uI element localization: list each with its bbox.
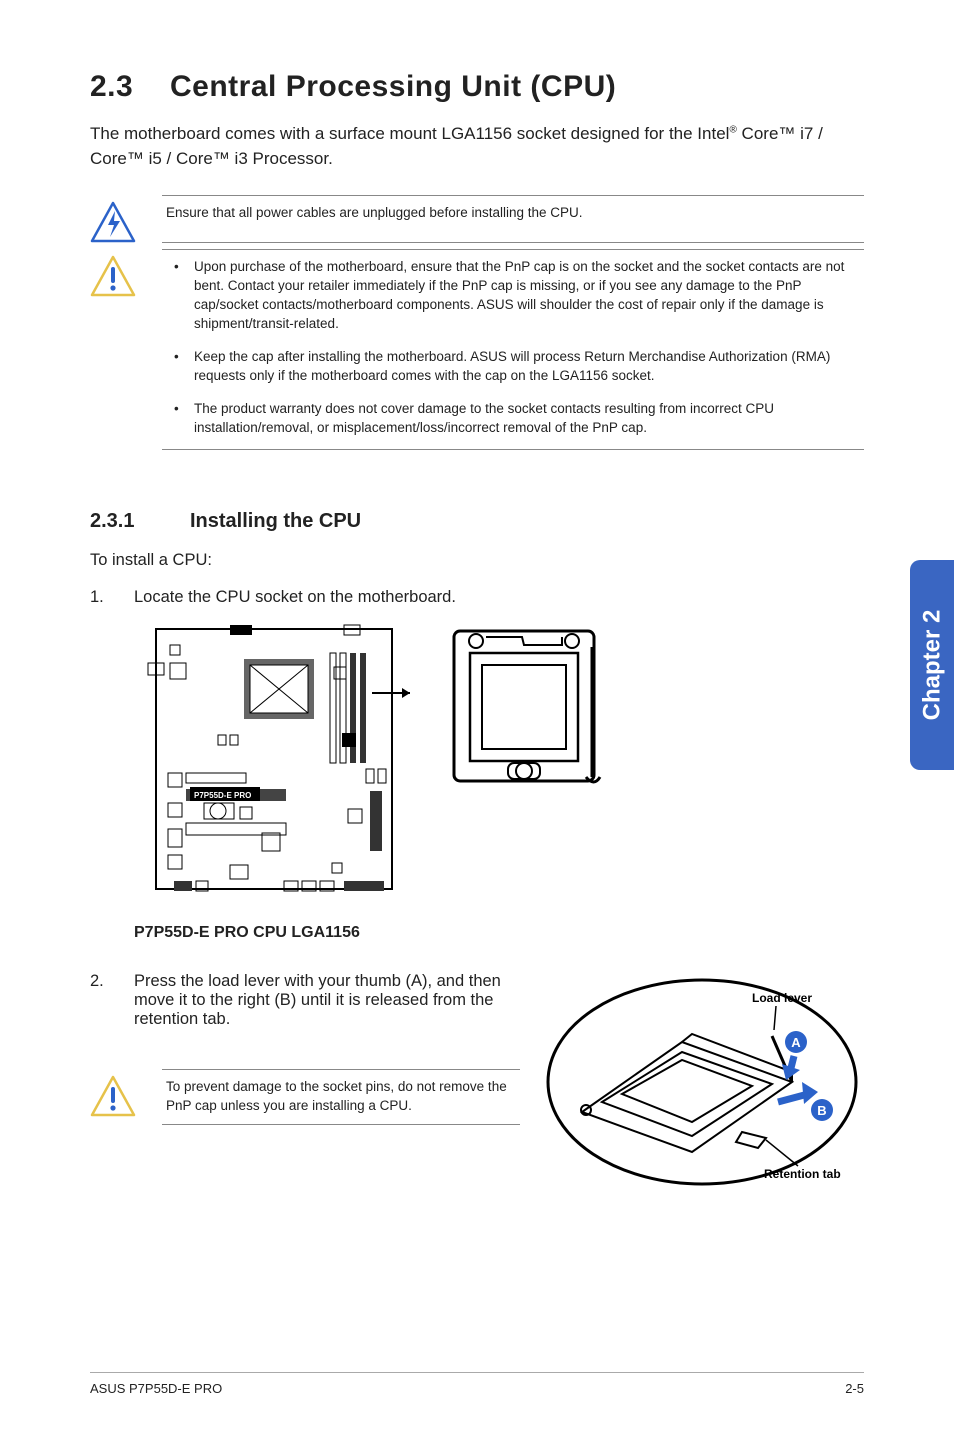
- lightning-icon: [90, 195, 162, 243]
- lower-row: 2. Press the load lever with your thumb …: [90, 972, 864, 1192]
- step-2: 2. Press the load lever with your thumb …: [90, 972, 520, 1029]
- marker-b: B: [817, 1103, 826, 1118]
- page-footer: ASUS P7P55D-E PRO 2-5: [90, 1372, 864, 1396]
- load-lever-label: Load lever: [752, 991, 812, 1005]
- lever-diagram-container: Load lever Retention tab: [540, 972, 864, 1192]
- caution-item-2: Keep the cap after installing the mother…: [166, 348, 860, 386]
- caution-item-3: The product warranty does not cover dama…: [166, 400, 860, 438]
- subsection-title-text: Installing the CPU: [190, 510, 361, 532]
- intro-paragraph: The motherboard comes with a surface mou…: [90, 122, 864, 171]
- diagram-row: P7P55D-E PRO: [134, 623, 864, 942]
- caution-list: Upon purchase of the motherboard, ensure…: [166, 258, 860, 437]
- step-1: 1. Locate the CPU socket on the motherbo…: [90, 588, 864, 607]
- subsection-title: 2.3.1Installing the CPU: [90, 510, 864, 533]
- caution-item-1: Upon purchase of the motherboard, ensure…: [166, 258, 860, 334]
- lever-diagram: Load lever Retention tab: [542, 972, 862, 1192]
- board-caption: P7P55D-E PRO CPU LGA1156: [134, 924, 414, 942]
- board-diagram: P7P55D-E PRO: [134, 623, 414, 942]
- footer-right: 2-5: [845, 1381, 864, 1396]
- retention-tab-label: Retention tab: [764, 1167, 841, 1181]
- caution-body: Upon purchase of the motherboard, ensure…: [162, 249, 864, 450]
- page: 2.3Central Processing Unit (CPU) The mot…: [0, 0, 954, 1438]
- board-label: P7P55D-E PRO: [194, 791, 251, 800]
- danger-callout: Ensure that all power cables are unplugg…: [90, 195, 864, 243]
- section-number: 2.3: [90, 70, 170, 104]
- install-lead: To install a CPU:: [90, 551, 864, 570]
- step-2-text: Press the load lever with your thumb (A)…: [134, 972, 520, 1029]
- lower-left: 2. Press the load lever with your thumb …: [90, 972, 520, 1125]
- socket-pin-caution: To prevent damage to the socket pins, do…: [90, 1069, 520, 1125]
- exclamation-icon: [90, 249, 162, 450]
- section-title: 2.3Central Processing Unit (CPU): [90, 70, 864, 104]
- chapter-tab-label: Chapter 2: [918, 610, 946, 721]
- caution-callout: Upon purchase of the motherboard, ensure…: [90, 249, 864, 450]
- intro-line1: The motherboard comes with a surface mou…: [90, 124, 729, 143]
- step-1-num: 1.: [90, 588, 134, 607]
- footer-left: ASUS P7P55D-E PRO: [90, 1381, 222, 1396]
- danger-text: Ensure that all power cables are unplugg…: [162, 195, 864, 243]
- marker-a: A: [791, 1035, 801, 1050]
- step-2-num: 2.: [90, 972, 134, 1029]
- socket-closeup: [444, 623, 604, 808]
- subsection-number: 2.3.1: [90, 510, 190, 533]
- subsection: 2.3.1Installing the CPU To install a CPU…: [90, 510, 864, 1192]
- socket-pin-caution-text: To prevent damage to the socket pins, do…: [162, 1069, 520, 1125]
- section-title-text: Central Processing Unit (CPU): [170, 70, 616, 103]
- chapter-tab: Chapter 2: [910, 560, 954, 770]
- step-1-text: Locate the CPU socket on the motherboard…: [134, 588, 864, 607]
- registered-mark: ®: [729, 124, 736, 135]
- exclamation-icon: [90, 1069, 162, 1125]
